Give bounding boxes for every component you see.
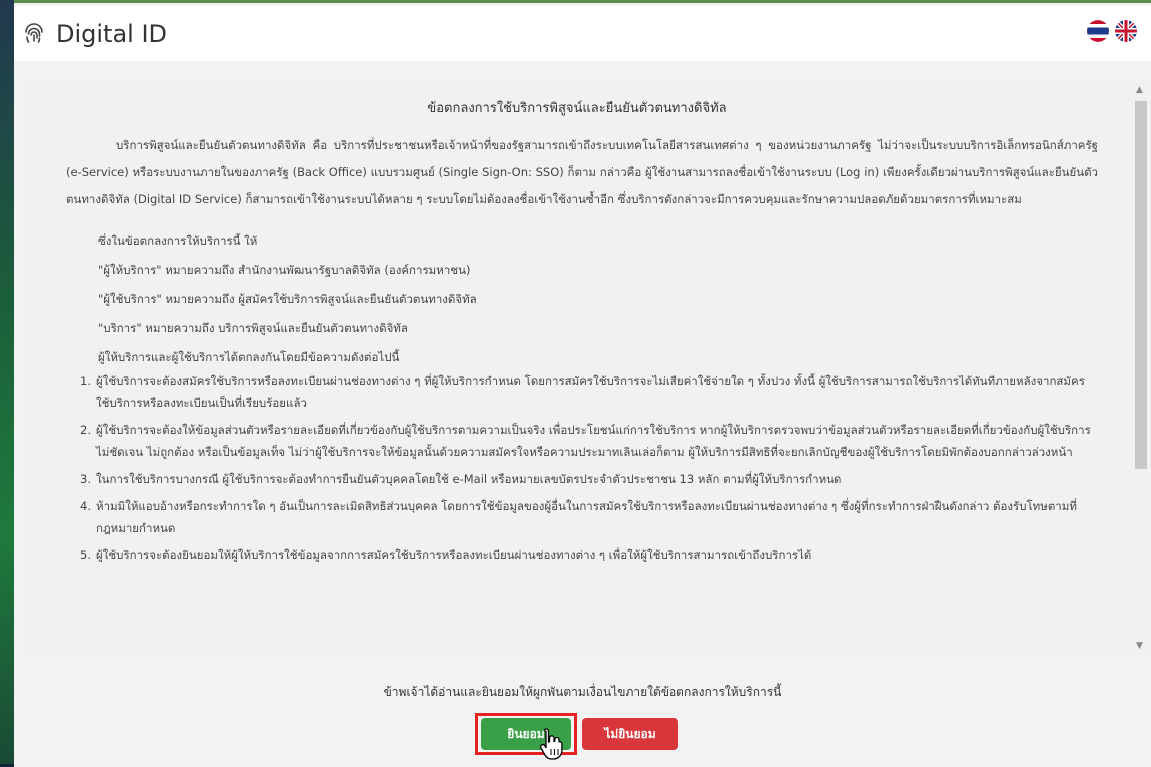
language-switcher [1087,20,1137,42]
terms-list: 1. ผู้ใช้บริการจะต้องสมัครใช้บริการหรือล… [22,370,1132,566]
term-number: 1. [80,374,91,388]
thai-flag-icon[interactable] [1087,20,1109,42]
term-item: 3. ในการใช้บริการบางกรณี ผู้ใช้บริการจะต… [80,468,1092,490]
title-bar: Digital ID [14,6,1151,61]
definition-line: "ผู้ใช้บริการ" หมายความถึง ผู้สมัครใช้บร… [98,292,477,306]
definition-line: "ผู้ให้บริการ" หมายความถึง สำนักงานพัฒนา… [98,263,471,277]
term-number: 2. [80,423,91,437]
fingerprint-icon [25,22,43,43]
scroll-down-arrow-icon[interactable]: ▼ [1136,641,1143,651]
definition-line: "บริการ" หมายความถึง บริการพิสูจน์และยืน… [98,321,408,335]
term-text: ห้ามมิให้แอบอ้างหรือกระทำการใด ๆ อันเป็น… [96,499,1077,535]
term-text: ผู้ใช้บริการจะต้องสมัครใช้บริการหรือลงทะ… [96,374,1085,410]
term-text: ผู้ใช้บริการจะต้องยินยอมให้ผู้ให้บริการใ… [96,548,812,562]
term-number: 5. [80,548,91,562]
desktop-background [0,0,14,764]
terms-panel[interactable]: ข้อตกลงการใช้บริการพิสูจน์และยืนยันตัวตน… [22,81,1150,657]
term-text: ในการใช้บริการบางกรณี ผู้ใช้บริการจะต้อง… [96,472,842,486]
vertical-scrollbar[interactable]: ▲ ▼ [1132,81,1150,657]
scrollbar-thumb[interactable] [1135,101,1147,469]
consent-statement: ข้าพเจ้าได้อ่านและยินยอมให้ผูกพันตามเงื่… [383,685,782,699]
term-item: 2. ผู้ใช้บริการจะต้องให้ข้อมูลส่วนตัวหรื… [80,419,1092,463]
term-item: 5. ผู้ใช้บริการจะต้องยินยอมให้ผู้ให้บริก… [80,544,1092,566]
terms-scroll-area[interactable]: ข้อตกลงการใช้บริการพิสูจน์และยืนยันตัวตน… [22,81,1132,657]
term-text: ผู้ใช้บริการจะต้องให้ข้อมูลส่วนตัวหรือรา… [96,423,1091,459]
definitions-list: ซึ่งในข้อตกลงการให้บริการนี้ ให้ "ผู้ให้… [22,227,1132,372]
hand-pointer-cursor-icon [540,728,563,760]
term-number: 3. [80,472,91,486]
app-title: Digital ID [56,19,168,48]
intro-paragraph: บริการพิสูจน์และยืนยันตัวตนทางดิจิทัล คื… [66,138,1098,206]
term-item: 4. ห้ามมิให้แอบอ้างหรือกระทำการใด ๆ อันเ… [80,495,1092,539]
definition-line: ผู้ให้บริการและผู้ใช้บริการได้ตกลงกันโดย… [98,350,400,364]
term-number: 4. [80,499,91,513]
scroll-up-arrow-icon[interactable]: ▲ [1136,85,1143,95]
definition-line: ซึ่งในข้อตกลงการให้บริการนี้ ให้ [98,234,258,248]
document-title: ข้อตกลงการใช้บริการพิสูจน์และยืนยันตัวตน… [427,101,727,116]
uk-flag-icon[interactable] [1115,20,1137,42]
digital-id-window: Digital ID ข้อตกลงการใช้บริการพิสูจน์และ… [14,0,1151,767]
term-item: 1. ผู้ใช้บริการจะต้องสมัครใช้บริการหรือล… [80,370,1092,414]
decline-button[interactable]: ไม่ยินยอม [582,718,678,750]
